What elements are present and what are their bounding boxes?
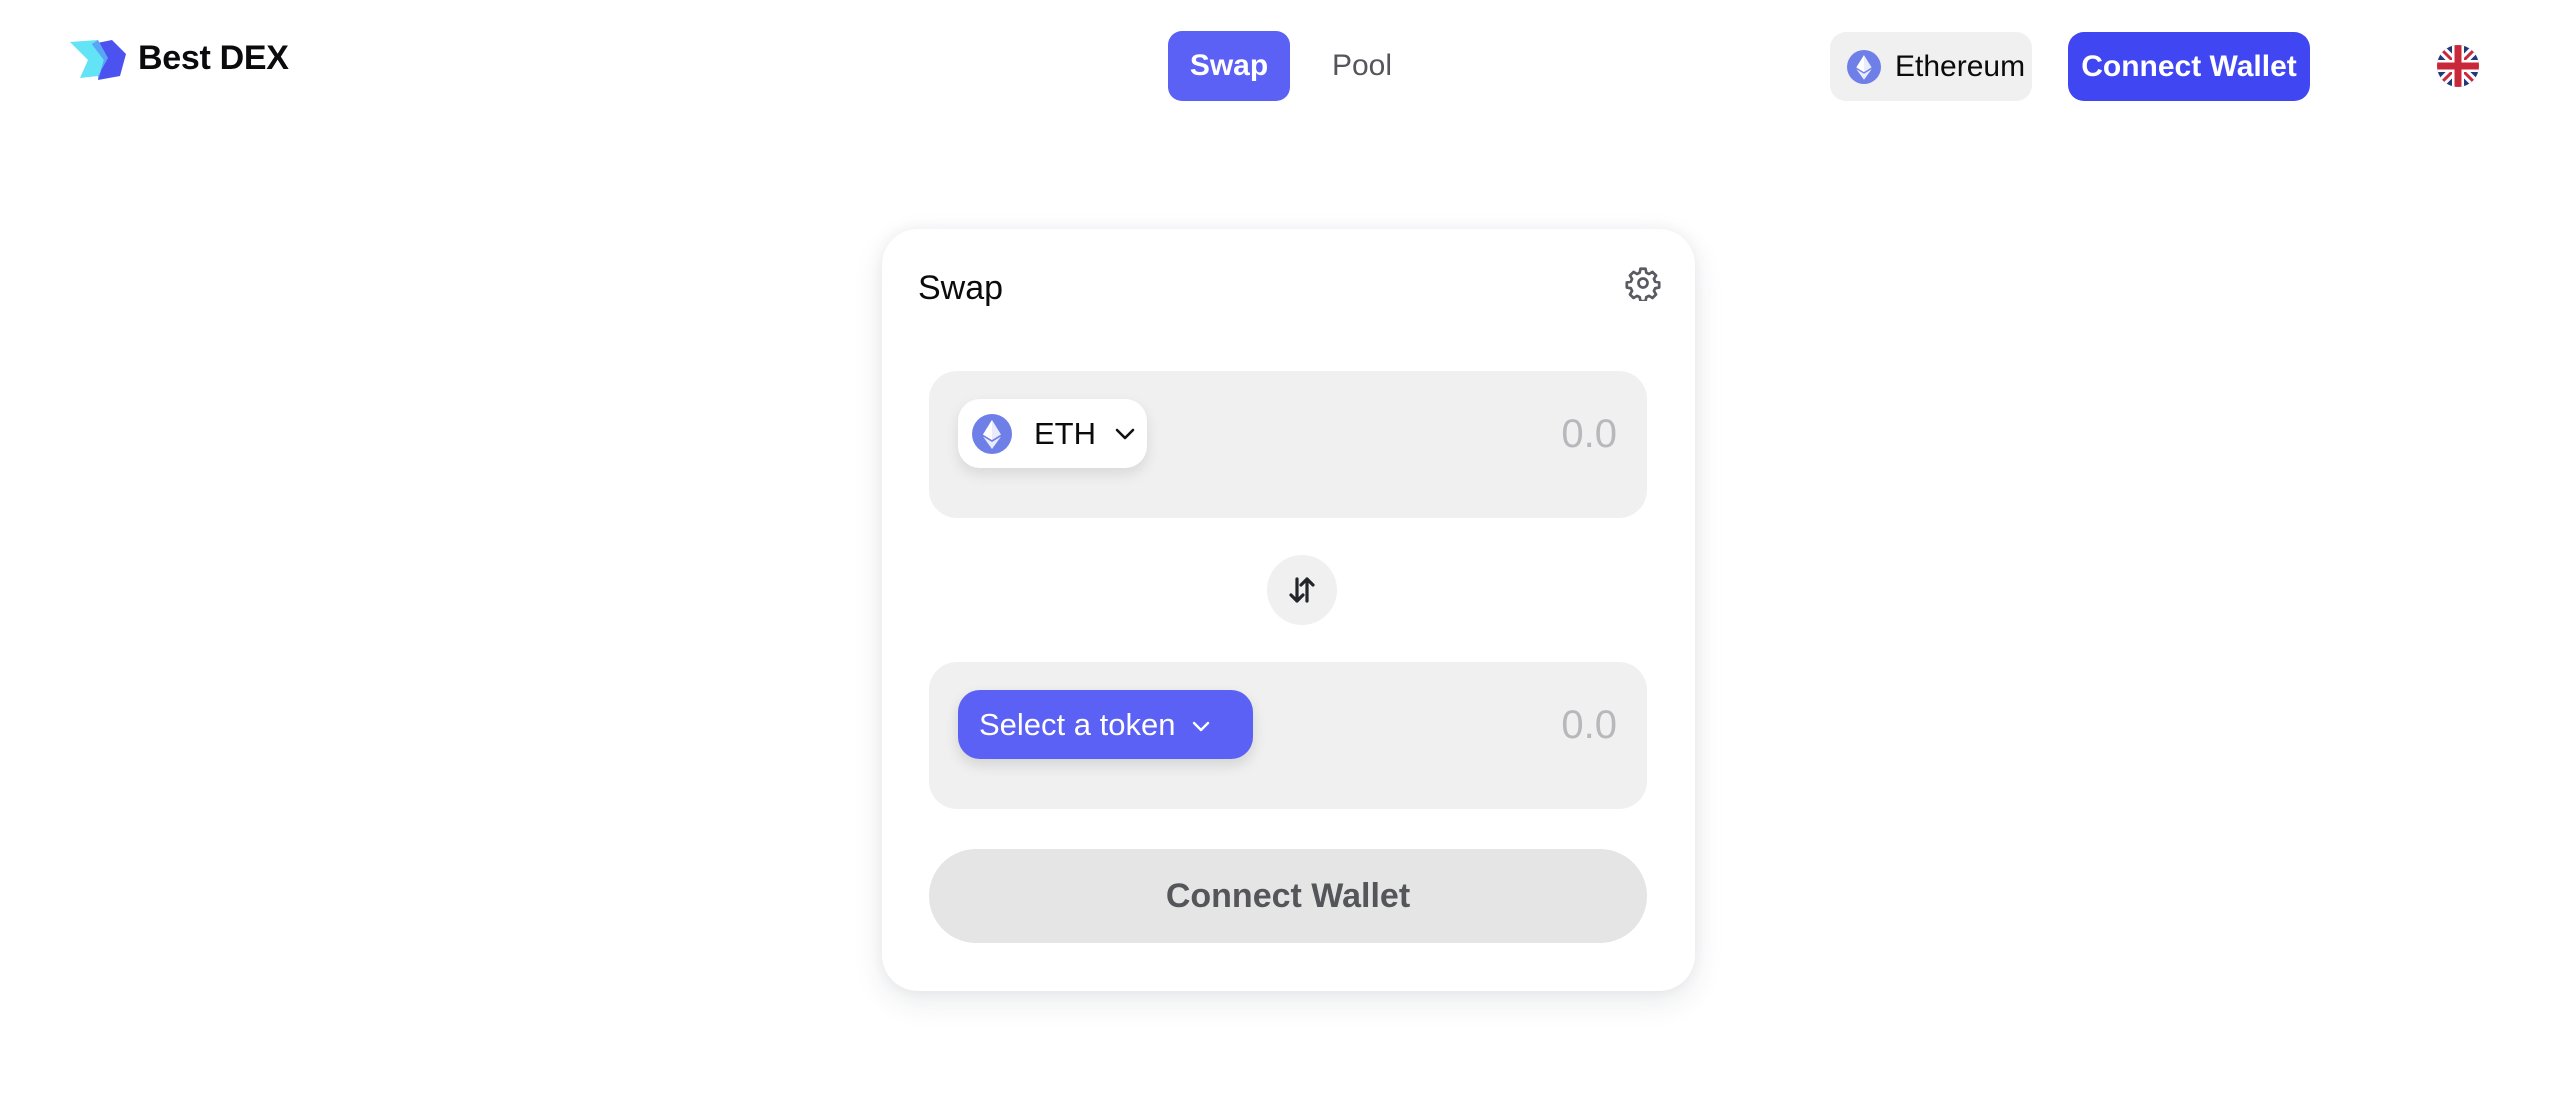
logo[interactable] xyxy=(68,34,128,84)
ethereum-icon xyxy=(1847,49,1881,84)
gear-icon[interactable] xyxy=(1625,265,1661,301)
from-token-panel: ETH xyxy=(929,371,1647,518)
to-amount-input[interactable] xyxy=(1317,700,1617,750)
language-selector[interactable] xyxy=(2437,45,2479,87)
header-connect-wallet-button[interactable]: Connect Wallet xyxy=(2068,32,2310,101)
swap-card: Swap ETH Select a token xyxy=(882,229,1695,991)
nav-tab-pool[interactable]: Pool xyxy=(1312,31,1412,101)
brand-name: Best DEX xyxy=(138,39,289,77)
chevron-down-icon xyxy=(1193,721,1210,731)
card-title: Swap xyxy=(918,269,1004,307)
select-token-label: Select a token xyxy=(979,706,1176,742)
from-token-selector[interactable]: ETH xyxy=(958,399,1147,468)
from-amount-input[interactable] xyxy=(1317,409,1617,459)
card-connect-wallet-button[interactable]: Connect Wallet xyxy=(929,849,1647,943)
network-selector[interactable]: Ethereum xyxy=(1830,32,2032,101)
uk-flag-icon xyxy=(2437,45,2479,87)
nav-tab-swap[interactable]: Swap xyxy=(1168,31,1290,101)
from-token-symbol: ETH xyxy=(1034,415,1096,451)
logo-icon xyxy=(70,40,126,80)
select-token-button[interactable]: Select a token xyxy=(958,690,1253,759)
chevron-down-icon xyxy=(1115,428,1135,439)
to-token-panel: Select a token xyxy=(929,662,1647,809)
switch-tokens-button[interactable] xyxy=(1267,555,1337,625)
ethereum-icon xyxy=(972,413,1012,454)
network-label: Ethereum xyxy=(1895,49,2026,83)
swap-vertical-arrows-icon xyxy=(1289,577,1315,603)
